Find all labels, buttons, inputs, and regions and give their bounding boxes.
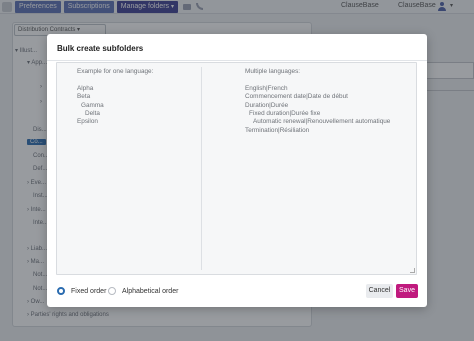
alphabetical-order-radio[interactable]	[108, 287, 116, 295]
example-line: Epsilon	[77, 118, 98, 126]
example-line: Fixed duration|Durée fixe	[249, 110, 321, 118]
alphabetical-order-label[interactable]: Alphabetical order	[122, 288, 178, 295]
dialog-title: Bulk create subfolders	[57, 44, 144, 53]
title-divider	[47, 60, 427, 61]
example-heading: Multiple languages:	[245, 68, 301, 75]
alphabetical-order-option[interactable]: Alphabetical order	[108, 287, 178, 295]
save-button[interactable]: Save	[396, 284, 418, 298]
example-line: Alpha	[77, 84, 94, 92]
example-line: English|French	[245, 84, 288, 92]
example-line: Beta	[77, 93, 91, 101]
example-line: Delta	[85, 110, 100, 118]
column-divider	[201, 67, 202, 270]
subfolders-textarea[interactable]: Example for one language: Alpha Beta Gam…	[56, 62, 417, 275]
resize-handle-icon[interactable]	[410, 268, 415, 273]
example-line: Termination|Résiliation	[245, 126, 310, 134]
example-line: Automatic renewal|Renouvellement automat…	[253, 118, 391, 126]
cancel-button[interactable]: Cancel	[366, 284, 393, 298]
fixed-order-label[interactable]: Fixed order	[71, 288, 106, 295]
bulk-create-subfolders-dialog: Bulk create subfolders Example for one l…	[47, 34, 427, 307]
fixed-order-option[interactable]: Fixed order	[57, 287, 106, 295]
example-one-language: Example for one language: Alpha Beta Gam…	[77, 68, 153, 127]
example-line: Commencement date|Date de début	[245, 93, 348, 101]
example-heading: Example for one language:	[77, 68, 154, 75]
example-line: Gamma	[81, 101, 104, 109]
example-line: Duration|Durée	[245, 101, 289, 109]
fixed-order-radio[interactable]	[57, 287, 65, 295]
example-multiple-languages: Multiple languages: English|French Comme…	[245, 68, 390, 135]
